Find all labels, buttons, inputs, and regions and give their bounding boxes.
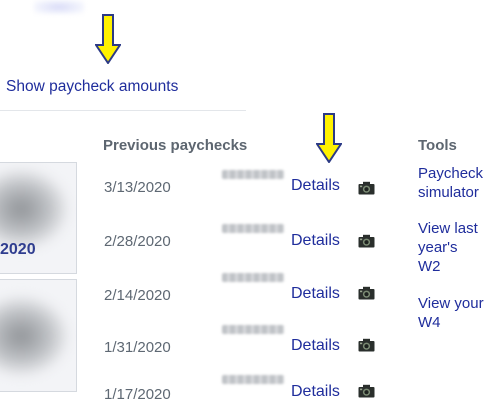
paycheck-date: 2/14/2020 [104, 287, 171, 304]
paycheck-date: 1/31/2020 [104, 339, 171, 356]
blurred-amount [222, 375, 284, 384]
blurred-amount [222, 224, 284, 233]
year-card[interactable]: 2020 [0, 162, 77, 274]
details-link[interactable]: Details [291, 177, 340, 195]
previous-paychecks-heading: Previous paychecks [103, 137, 248, 154]
details-link[interactable]: Details [291, 232, 340, 250]
camera-icon[interactable] [358, 384, 375, 398]
tool-link-line: Paycheck [418, 165, 484, 182]
details-link[interactable]: Details [291, 285, 340, 303]
tools-heading: Tools [418, 137, 457, 154]
arrow-down-icon [95, 14, 121, 64]
camera-icon[interactable] [358, 338, 375, 352]
details-link[interactable]: Details [291, 383, 340, 401]
tool-link-line: year's [418, 239, 458, 256]
camera-icon[interactable] [358, 181, 375, 195]
tool-link-view-last-year-w2[interactable]: View last year's W2 [418, 219, 478, 276]
tool-link-view-your-w4[interactable]: View your W4 [418, 294, 484, 332]
blurred-amount [222, 325, 284, 334]
details-link[interactable]: Details [291, 337, 340, 355]
blurred-amount [222, 170, 284, 179]
paycheck-date: 2/28/2020 [104, 233, 171, 250]
tool-link-line: View last [418, 220, 478, 237]
blurred-image [0, 298, 66, 374]
tool-link-line: simulator [418, 184, 479, 201]
blurred-image [0, 171, 66, 247]
tool-link-line: W2 [418, 258, 441, 275]
paycheck-date: 1/17/2020 [104, 386, 171, 403]
tool-link-line: W4 [418, 314, 441, 331]
tool-link-paycheck-simulator[interactable]: Paycheck simulator [418, 164, 483, 202]
year-card[interactable] [0, 279, 77, 392]
arrow-down-icon [316, 113, 342, 163]
paycheck-date: 3/13/2020 [104, 179, 171, 196]
divider [0, 110, 246, 111]
tool-link-line: View your [418, 295, 484, 312]
camera-icon[interactable] [358, 286, 375, 300]
year-card-label: 2020 [0, 241, 36, 258]
header-blob [34, 0, 84, 14]
show-paycheck-amounts-link[interactable]: Show paycheck amounts [6, 78, 178, 96]
camera-icon[interactable] [358, 234, 375, 248]
blurred-amount [222, 273, 284, 282]
